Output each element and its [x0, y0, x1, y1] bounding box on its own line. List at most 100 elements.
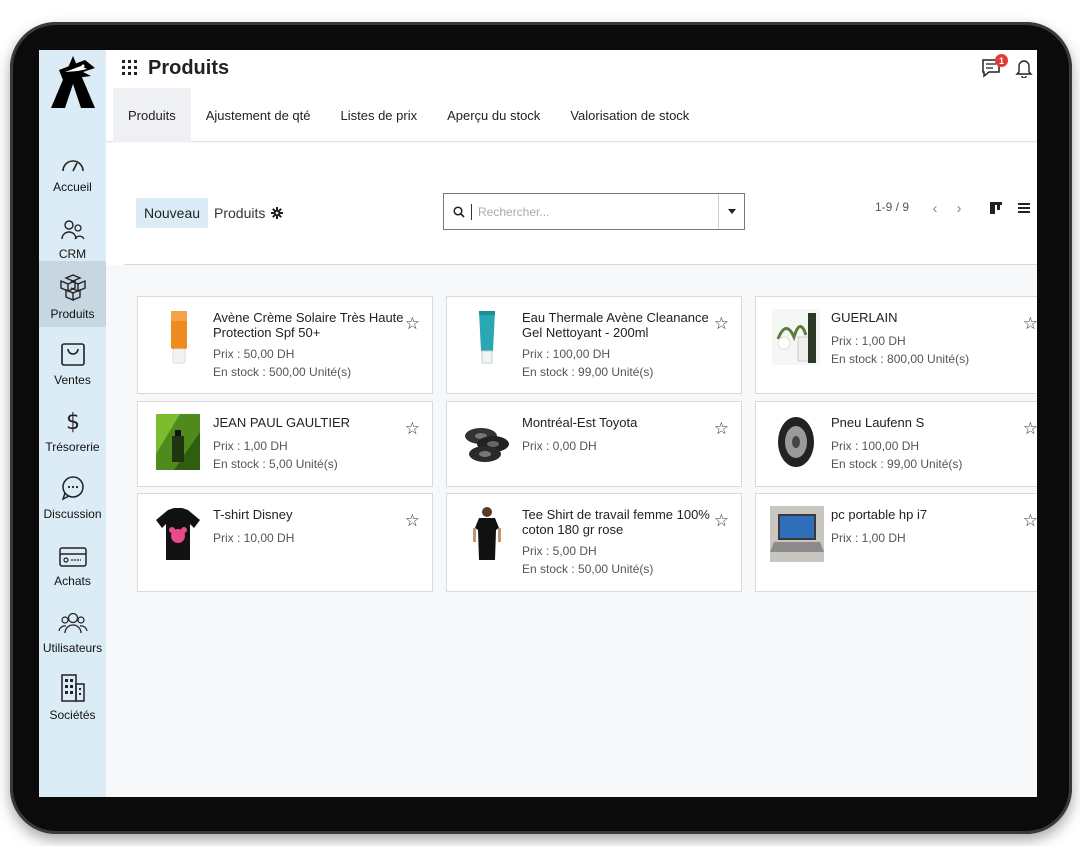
product-name: pc portable hp i7	[831, 507, 928, 522]
perfume-white-image	[772, 309, 820, 365]
building-icon	[60, 674, 85, 702]
sidebar-item-achats[interactable]: Achats	[39, 528, 106, 594]
product-stock: En stock : 5,00 Unité(s)	[213, 457, 338, 471]
star-icon[interactable]: ☆	[405, 314, 420, 334]
tab-produits[interactable]: Produits	[113, 88, 191, 142]
product-card[interactable]: Pneu Laufenn S Prix : 100,00 DH En stock…	[755, 401, 1037, 487]
list-view-button[interactable]	[1012, 195, 1036, 221]
screen: Accueil CRM Produits Ventes $ Trésorerie…	[39, 50, 1037, 797]
product-name: GUERLAIN	[831, 310, 898, 325]
header-icons: 1	[981, 54, 1033, 78]
apps-grid-icon[interactable]	[122, 60, 138, 76]
tire-image	[778, 417, 814, 467]
product-name: Pneu Laufenn S	[831, 415, 925, 430]
product-name: JEAN PAUL GAULTIER	[213, 415, 351, 430]
sidebar-item-societes[interactable]: Sociétés	[39, 662, 106, 728]
tshirt-image	[156, 508, 200, 560]
search-input[interactable]: Rechercher...	[471, 203, 718, 220]
dollar-icon: $	[66, 410, 80, 434]
breadcrumb-label: Produits	[214, 205, 266, 221]
search-bar: Rechercher...	[443, 193, 745, 230]
search-options-toggle[interactable]	[718, 194, 744, 229]
top-header: Produits 1 Produits Ajustement de qté Li…	[106, 50, 1037, 142]
control-panel: Nouveau Produits Rechercher... 1-9 / 9 ‹…	[106, 143, 1037, 265]
product-stock: En stock : 500,00 Unité(s)	[213, 365, 352, 379]
new-button[interactable]: Nouveau	[136, 198, 209, 228]
pager-previous-button[interactable]: ‹	[924, 195, 946, 221]
list-icon	[1018, 203, 1030, 213]
breadcrumb: Produits	[214, 198, 284, 228]
gauge-icon	[61, 160, 84, 172]
sidebar-item-tresorerie[interactable]: $ Trésorerie	[39, 394, 106, 460]
tab-ajustement-qte[interactable]: Ajustement de qté	[191, 88, 326, 142]
product-stock: En stock : 800,00 Unité(s)	[831, 352, 970, 366]
product-card[interactable]: Eau Thermale Avène Cleanance Gel Nettoya…	[446, 296, 742, 394]
kanban-icon	[990, 202, 1002, 214]
pager-next-button[interactable]: ›	[948, 195, 970, 221]
chevron-right-icon: ›	[956, 199, 962, 217]
product-stock: En stock : 99,00 Unité(s)	[831, 457, 963, 471]
kanban-view-button[interactable]	[984, 195, 1008, 221]
sidebar-item-label: Trésorerie	[45, 440, 100, 454]
tshirt-woman-image	[473, 507, 501, 560]
gear-icon[interactable]	[271, 207, 284, 219]
sidebar-item-label: Utilisateurs	[42, 641, 103, 655]
tab-valorisation-stock[interactable]: Valorisation de stock	[555, 88, 704, 142]
bag-icon	[60, 343, 85, 366]
product-card[interactable]: Avène Crème Solaire Très Haute Protectio…	[137, 296, 433, 394]
pager-value[interactable]: 1-9 / 9	[875, 200, 909, 214]
star-icon[interactable]: ☆	[714, 419, 729, 439]
sidebar: Accueil CRM Produits Ventes $ Trésorerie…	[39, 50, 106, 797]
tube-image	[479, 311, 495, 364]
product-card[interactable]: Tee Shirt de travail femme 100% coton 18…	[446, 493, 742, 592]
sidebar-item-ventes[interactable]: Ventes	[39, 327, 106, 393]
sidebar-item-label: Sociétés	[49, 708, 96, 722]
product-card[interactable]: pc portable hp i7 Prix : 1,00 DH ☆	[755, 493, 1037, 592]
product-price: Prix : 100,00 DH	[831, 439, 920, 453]
product-card[interactable]: JEAN PAUL GAULTIER Prix : 1,00 DH En sto…	[137, 401, 433, 487]
product-card[interactable]: GUERLAIN Prix : 1,00 DH En stock : 800,0…	[755, 296, 1037, 394]
tab-bar: Produits Ajustement de qté Listes de pri…	[113, 88, 704, 142]
star-icon[interactable]: ☆	[1023, 419, 1037, 439]
star-icon[interactable]: ☆	[714, 511, 729, 531]
tab-apercu-stock[interactable]: Aperçu du stock	[432, 88, 555, 142]
divider	[124, 264, 1037, 265]
page-title: Produits	[148, 57, 230, 79]
messages-button[interactable]: 1	[981, 54, 1008, 78]
bell-icon[interactable]	[1015, 58, 1033, 78]
sidebar-item-label: Ventes	[54, 373, 91, 387]
caret-down-icon	[727, 209, 736, 214]
product-card[interactable]: T-shirt Disney Prix : 10,00 DH ☆	[137, 493, 433, 592]
product-card[interactable]: Montréal-Est Toyota Prix : 0,00 DH ☆	[446, 401, 742, 487]
product-name: Montréal-Est Toyota	[522, 415, 638, 430]
product-stock: En stock : 99,00 Unité(s)	[522, 365, 654, 379]
star-icon[interactable]: ☆	[714, 314, 729, 334]
star-icon[interactable]: ☆	[1023, 511, 1037, 531]
product-price: Prix : 100,00 DH	[522, 347, 611, 361]
star-icon[interactable]: ☆	[1023, 314, 1037, 334]
tab-listes-de-prix[interactable]: Listes de prix	[326, 88, 433, 142]
product-name: T-shirt Disney	[213, 507, 293, 522]
product-stock: En stock : 50,00 Unité(s)	[522, 562, 654, 576]
product-price: Prix : 1,00 DH	[831, 334, 906, 348]
star-icon[interactable]: ☆	[405, 511, 420, 531]
product-price: Prix : 5,00 DH	[522, 544, 597, 558]
tires-image	[465, 428, 509, 462]
product-name: Avène Crème Solaire Très Haute Protectio…	[213, 310, 404, 340]
sidebar-item-crm[interactable]: CRM	[39, 201, 106, 267]
product-name: Eau Thermale Avène Cleanance Gel Nettoya…	[522, 310, 709, 340]
sidebar-item-label: Discussion	[43, 507, 102, 521]
star-icon[interactable]: ☆	[405, 419, 420, 439]
product-name: Tee Shirt de travail femme 100% coton 18…	[522, 507, 710, 537]
sidebar-item-accueil[interactable]: Accueil	[39, 134, 106, 200]
product-price: Prix : 10,00 DH	[213, 531, 295, 545]
notification-badge: 1	[995, 54, 1008, 67]
sunscreen-image	[171, 311, 187, 364]
product-price: Prix : 50,00 DH	[213, 347, 295, 361]
card-icon	[58, 547, 87, 567]
sidebar-item-utilisateurs[interactable]: Utilisateurs	[39, 595, 106, 661]
boxes-icon	[59, 274, 86, 301]
chat-icon	[61, 476, 84, 501]
sidebar-item-discussion[interactable]: Discussion	[39, 461, 106, 527]
sidebar-item-produits[interactable]: Produits	[39, 261, 106, 327]
